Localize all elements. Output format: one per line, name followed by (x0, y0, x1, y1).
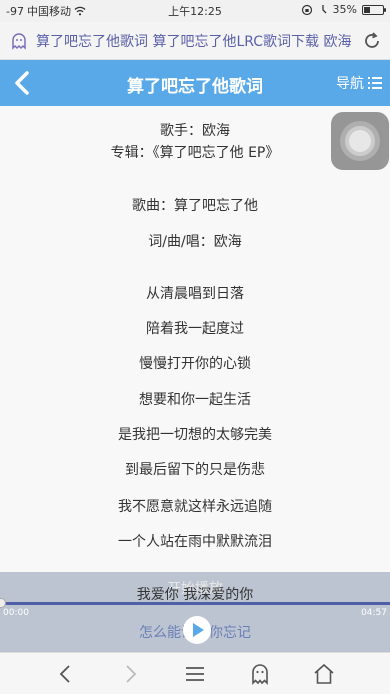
list-icon (368, 77, 382, 89)
ghost-icon[interactable] (10, 32, 28, 50)
back-icon[interactable] (54, 662, 78, 686)
lyric-line: 从清晨唱到日落 (146, 286, 244, 302)
nav-label: 导航 (336, 76, 364, 92)
total-time: 04:57 (361, 608, 387, 618)
bottom-toolbar (0, 652, 390, 694)
page-title: 算了吧忘了他歌词 (127, 77, 263, 97)
page-header: 算了吧忘了他歌词 导航 (0, 60, 390, 106)
current-time: 00:00 (3, 608, 29, 618)
lyric-line: 到最后留下的只是伤悲 (125, 462, 265, 478)
lyrics-content: 歌手：欧海 专辑：《算了吧忘了他 EP》 歌曲：算了吧忘了他 词/曲/唱：欧海 … (0, 106, 390, 572)
lyric-line: 陪着我一起度过 (146, 321, 244, 337)
progress-track[interactable] (0, 602, 390, 605)
battery-percent: 35% (332, 3, 357, 16)
ghost-tab-icon[interactable] (248, 662, 272, 686)
lyric-line: 是我把一切想的太够完美 (118, 427, 272, 443)
lyric-line: 一个人站在雨中默默流泪 (118, 534, 272, 550)
reload-icon[interactable] (362, 31, 382, 51)
lyric-line: 想要和你一起生活 (139, 392, 251, 408)
menu-icon[interactable] (183, 662, 207, 686)
status-right: 35% (301, 3, 386, 16)
forward-icon[interactable] (118, 662, 142, 686)
alarm-icon (321, 4, 327, 13)
page-url-text[interactable]: 算了吧忘了他歌词 算了吧忘了他LRC歌词下载 欧海 (36, 31, 356, 51)
lyric-line: 我不愿意就这样永远追随 (118, 499, 272, 515)
music-player: 开始播放 我爱你 我深爱的你 00:00 04:57 怎么能说把你忘记 (0, 572, 390, 652)
rotation-lock-icon (301, 4, 312, 15)
home-icon[interactable] (312, 662, 336, 686)
browser-address-bar: 算了吧忘了他歌词 算了吧忘了他LRC歌词下载 欧海 (0, 22, 390, 60)
battery-level (364, 6, 370, 13)
back-arrow-icon[interactable] (8, 68, 38, 98)
nav-button[interactable]: 导航 (336, 73, 382, 93)
song-title-line: 歌曲：算了吧忘了他 (132, 198, 258, 214)
battery-icon (362, 4, 386, 15)
assistive-touch-button[interactable] (331, 112, 389, 170)
lyric-line: 慢慢打开你的心锁 (139, 356, 251, 372)
play-button[interactable] (183, 616, 211, 644)
current-lyric: 我爱你 我深爱的你 (136, 587, 254, 603)
credits-line: 词/曲/唱：欧海 (148, 234, 242, 250)
status-bar: -97 中国移动 上午12:25 35% (0, 0, 390, 22)
progress-knob[interactable] (0, 598, 6, 608)
